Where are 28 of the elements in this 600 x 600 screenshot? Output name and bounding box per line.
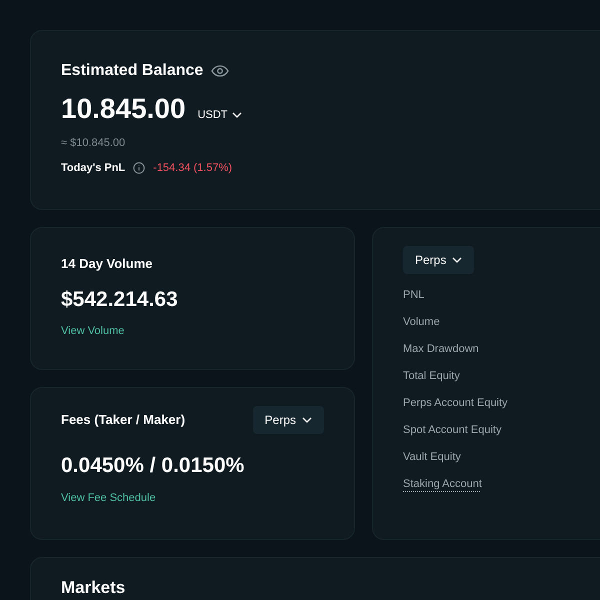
- balance-amount: 10.845.00: [61, 95, 186, 123]
- fee-rates: 0.0450% / 0.0150%: [61, 453, 246, 479]
- view-volume-link[interactable]: View Volume: [61, 323, 124, 340]
- volume-amount: $542.214.63: [61, 286, 179, 312]
- fiat-value: ≈ $10.845.00: [61, 136, 126, 151]
- card-title: Estimated Balance: [61, 61, 204, 81]
- pnl-value: -154.34 (1.57%): [153, 160, 232, 176]
- metric-option[interactable]: Spot Account Equity: [403, 422, 502, 439]
- currency-dropdown[interactable]: USDT: [198, 106, 242, 123]
- card-title: Fees (Taker / Maker): [61, 411, 186, 430]
- metric-option[interactable]: Perps Account Equity: [403, 395, 508, 412]
- pnl-label: Today's PnL: [61, 160, 126, 176]
- market-type-dropdown[interactable]: Perps: [252, 406, 324, 434]
- info-icon[interactable]: [133, 162, 146, 174]
- chevron-down-icon: [232, 112, 242, 118]
- card-title: 14 Day Volume: [61, 255, 154, 273]
- metric-option[interactable]: Max Drawdown: [403, 341, 479, 358]
- metric-option[interactable]: Staking Account: [403, 476, 482, 493]
- metric-option[interactable]: Volume: [403, 314, 440, 331]
- metric-option[interactable]: PNL: [403, 287, 424, 304]
- market-type-dropdown[interactable]: Perps: [403, 246, 474, 274]
- metric-option[interactable]: Vault Equity: [403, 449, 461, 466]
- chevron-down-icon: [452, 257, 462, 263]
- chevron-down-icon: [302, 417, 312, 423]
- metric-option[interactable]: Total Equity: [403, 368, 460, 385]
- card-title: Markets: [61, 578, 126, 598]
- view-fee-schedule-link[interactable]: View Fee Schedule: [61, 490, 156, 506]
- eye-icon[interactable]: [211, 65, 230, 77]
